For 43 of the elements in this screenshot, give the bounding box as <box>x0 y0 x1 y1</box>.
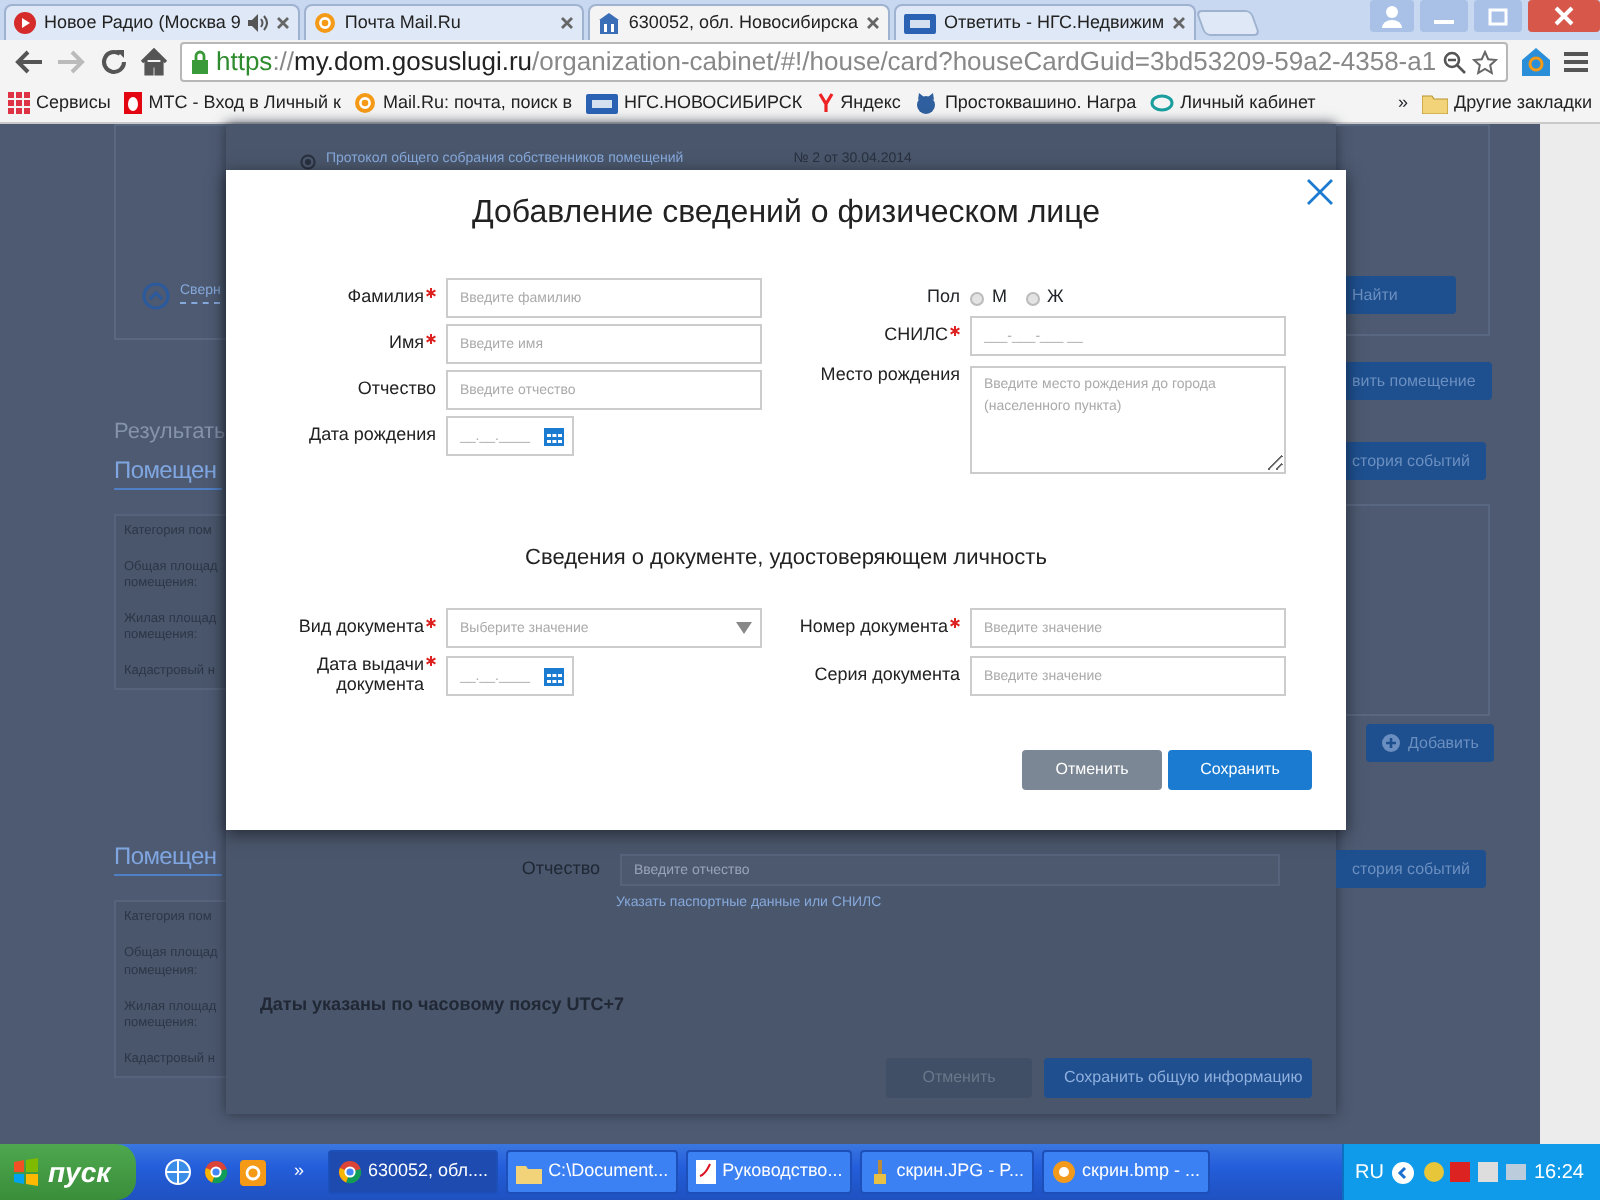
field-label: Место рождения <box>820 366 960 386</box>
browser-tab[interactable]: Новое Радио (Москва 9 <box>4 4 301 40</box>
modal-title: Добавление сведений о физическом лице <box>470 194 1102 234</box>
section-heading: Помещен <box>114 451 222 489</box>
more-quicklaunch-button[interactable]: » <box>294 1158 305 1186</box>
clock: 16:24 <box>1533 1159 1584 1187</box>
taskbar-button[interactable]: скрин.bmp - ... <box>1042 1150 1210 1194</box>
field-label: СНИЛС <box>884 326 948 346</box>
modal-button[interactable]: Отменить <box>1022 750 1162 790</box>
bookmark-link[interactable]: Mail.Ru: почта, поиск в <box>382 89 572 117</box>
taskbar-button[interactable]: C:\Document... <box>506 1150 679 1194</box>
bookmark-link[interactable]: МТС - Вход в Личный к <box>148 89 341 117</box>
browser-tab[interactable]: Почта Mail.Ru <box>304 4 585 40</box>
bookmark-link[interactable]: Сервисы <box>36 89 111 117</box>
start-button[interactable]: пуск <box>0 1144 136 1200</box>
more-bookmarks-button[interactable]: » <box>1398 89 1409 117</box>
field-label: Дата рождения <box>309 426 436 446</box>
field-label: Пол <box>926 288 960 308</box>
bookmark-folder-link[interactable]: Другие закладки <box>1454 89 1592 117</box>
field-label: Номер документа <box>799 618 948 638</box>
taskbar-button[interactable]: 630052, обл.... <box>328 1150 499 1194</box>
field-label: Фамилия <box>347 288 424 308</box>
browser-tab[interactable]: 630052, обл. Новосибирска <box>588 4 891 40</box>
results-label: Результаты <box>114 418 226 448</box>
gender-radio[interactable]: М <box>970 284 1007 312</box>
taskbar-button[interactable]: скрин.JPG - P... <box>860 1150 1034 1194</box>
language-indicator[interactable]: RU <box>1355 1157 1384 1187</box>
bookmark-link[interactable]: Личный кабинет <box>1180 89 1316 117</box>
dialog-button[interactable]: Сохранить общую информацию <box>1044 1058 1312 1098</box>
field-label: Вид документа <box>298 618 424 638</box>
section-heading: Помещен <box>114 838 222 877</box>
browser-tab[interactable]: Ответить - НГС.Недвижим <box>894 4 1197 40</box>
modal-button[interactable]: Сохранить <box>1168 750 1312 790</box>
field-label: Дата выдачи документа <box>315 656 424 696</box>
taskbar-button[interactable]: Руководство... <box>686 1150 853 1194</box>
field-label: Отчество <box>357 380 436 400</box>
bookmark-link[interactable]: Яндекс <box>840 89 901 117</box>
field-label: Имя <box>388 334 424 354</box>
section-heading: Сведения о документе, удостоверяющем личность <box>523 544 1049 574</box>
gender-radio[interactable]: Ж <box>1025 284 1064 312</box>
bookmark-link[interactable]: НГС.НОВОСИБИРСК <box>624 89 803 117</box>
bookmark-link[interactable]: Простоквашино. Награ <box>944 89 1137 117</box>
field-label: Серия документа <box>814 666 960 686</box>
